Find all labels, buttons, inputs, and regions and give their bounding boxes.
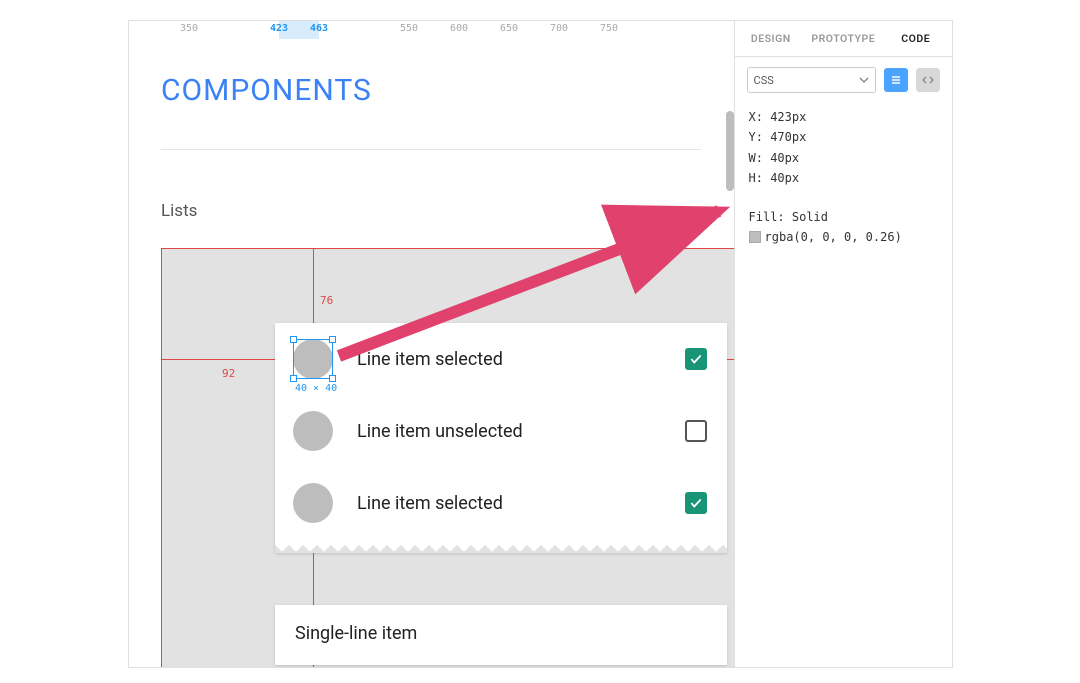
avatar-icon[interactable] <box>293 483 333 523</box>
tab-design[interactable]: DESIGN <box>735 21 807 56</box>
check-icon <box>689 352 703 366</box>
tab-prototype[interactable]: PROTOTYPE <box>807 21 879 56</box>
page-title: COMPONENTS <box>161 73 372 108</box>
inspector-tabs: DESIGN PROTOTYPE CODE <box>735 21 952 57</box>
ruler-tick-selected-end: 463 <box>310 23 328 34</box>
avatar-icon[interactable] <box>293 339 333 379</box>
prop-fill-value: rgba(0, 0, 0, 0.26) <box>749 227 938 247</box>
checkbox-checked[interactable] <box>685 348 707 370</box>
app-window: 350 423 463 550 600 650 700 750 COMPONEN… <box>128 20 953 668</box>
color-swatch-icon <box>749 231 761 243</box>
code-view-button[interactable] <box>916 68 940 92</box>
selection-dimensions: 40 × 40 <box>295 383 337 394</box>
prop-h: H: 40px <box>749 168 938 188</box>
list-row-label: Line item selected <box>357 493 661 514</box>
ruler-tick: 350 <box>180 23 198 34</box>
prop-y: Y: 470px <box>749 127 938 147</box>
inspector-panel: DESIGN PROTOTYPE CODE CSS X: 423px Y: 47… <box>734 21 952 667</box>
prop-fill-label: Fill: Solid <box>749 207 938 227</box>
avatar-icon[interactable] <box>293 411 333 451</box>
list-row[interactable]: Line item selected <box>275 323 727 395</box>
code-toolbar: CSS <box>735 57 952 103</box>
list-icon <box>890 74 902 86</box>
single-line-card[interactable]: Single-line item <box>275 605 727 665</box>
prop-x: X: 423px <box>749 107 938 127</box>
ruler-tick: 650 <box>500 23 518 34</box>
guide-label-top: 76 <box>320 294 333 307</box>
design-canvas[interactable]: 350 423 463 550 600 650 700 750 COMPONEN… <box>129 21 734 667</box>
checkbox-checked[interactable] <box>685 492 707 514</box>
section-label-lists: Lists <box>161 201 197 221</box>
code-language-label: CSS <box>754 74 774 87</box>
ruler-tick: 750 <box>600 23 618 34</box>
scrollbar-vertical[interactable] <box>726 111 734 191</box>
checkbox-unchecked[interactable] <box>685 420 707 442</box>
ruler-tick: 700 <box>550 23 568 34</box>
divider <box>161 149 701 150</box>
list-row[interactable]: Line item unselected <box>275 395 727 467</box>
ruler-tick: 600 <box>450 23 468 34</box>
ruler-tick-selected-start: 423 <box>270 23 288 34</box>
code-language-select[interactable]: CSS <box>747 67 876 93</box>
design-frame[interactable]: 76 92 Line item selected Line item unsel… <box>161 248 734 667</box>
list-row[interactable]: Line item selected <box>275 467 727 539</box>
code-properties: X: 423px Y: 470px W: 40px H: 40px Fill: … <box>735 103 952 275</box>
torn-edge-decoration <box>275 539 727 553</box>
ruler-tick: 550 <box>400 23 418 34</box>
single-line-label: Single-line item <box>295 623 417 644</box>
list-card[interactable]: Line item selected Line item unselected … <box>275 323 727 553</box>
prop-fill-color: rgba(0, 0, 0, 0.26) <box>765 230 902 244</box>
list-row-label: Line item selected <box>357 349 661 370</box>
list-row-label: Line item unselected <box>357 421 661 442</box>
code-icon <box>922 74 934 86</box>
guide-label-left: 92 <box>222 367 235 380</box>
list-view-button[interactable] <box>884 68 908 92</box>
check-icon <box>689 496 703 510</box>
ruler-top: 350 423 463 550 600 650 700 750 <box>129 21 734 39</box>
chevron-down-icon <box>859 75 869 85</box>
prop-w: W: 40px <box>749 148 938 168</box>
tab-code[interactable]: CODE <box>880 21 952 56</box>
